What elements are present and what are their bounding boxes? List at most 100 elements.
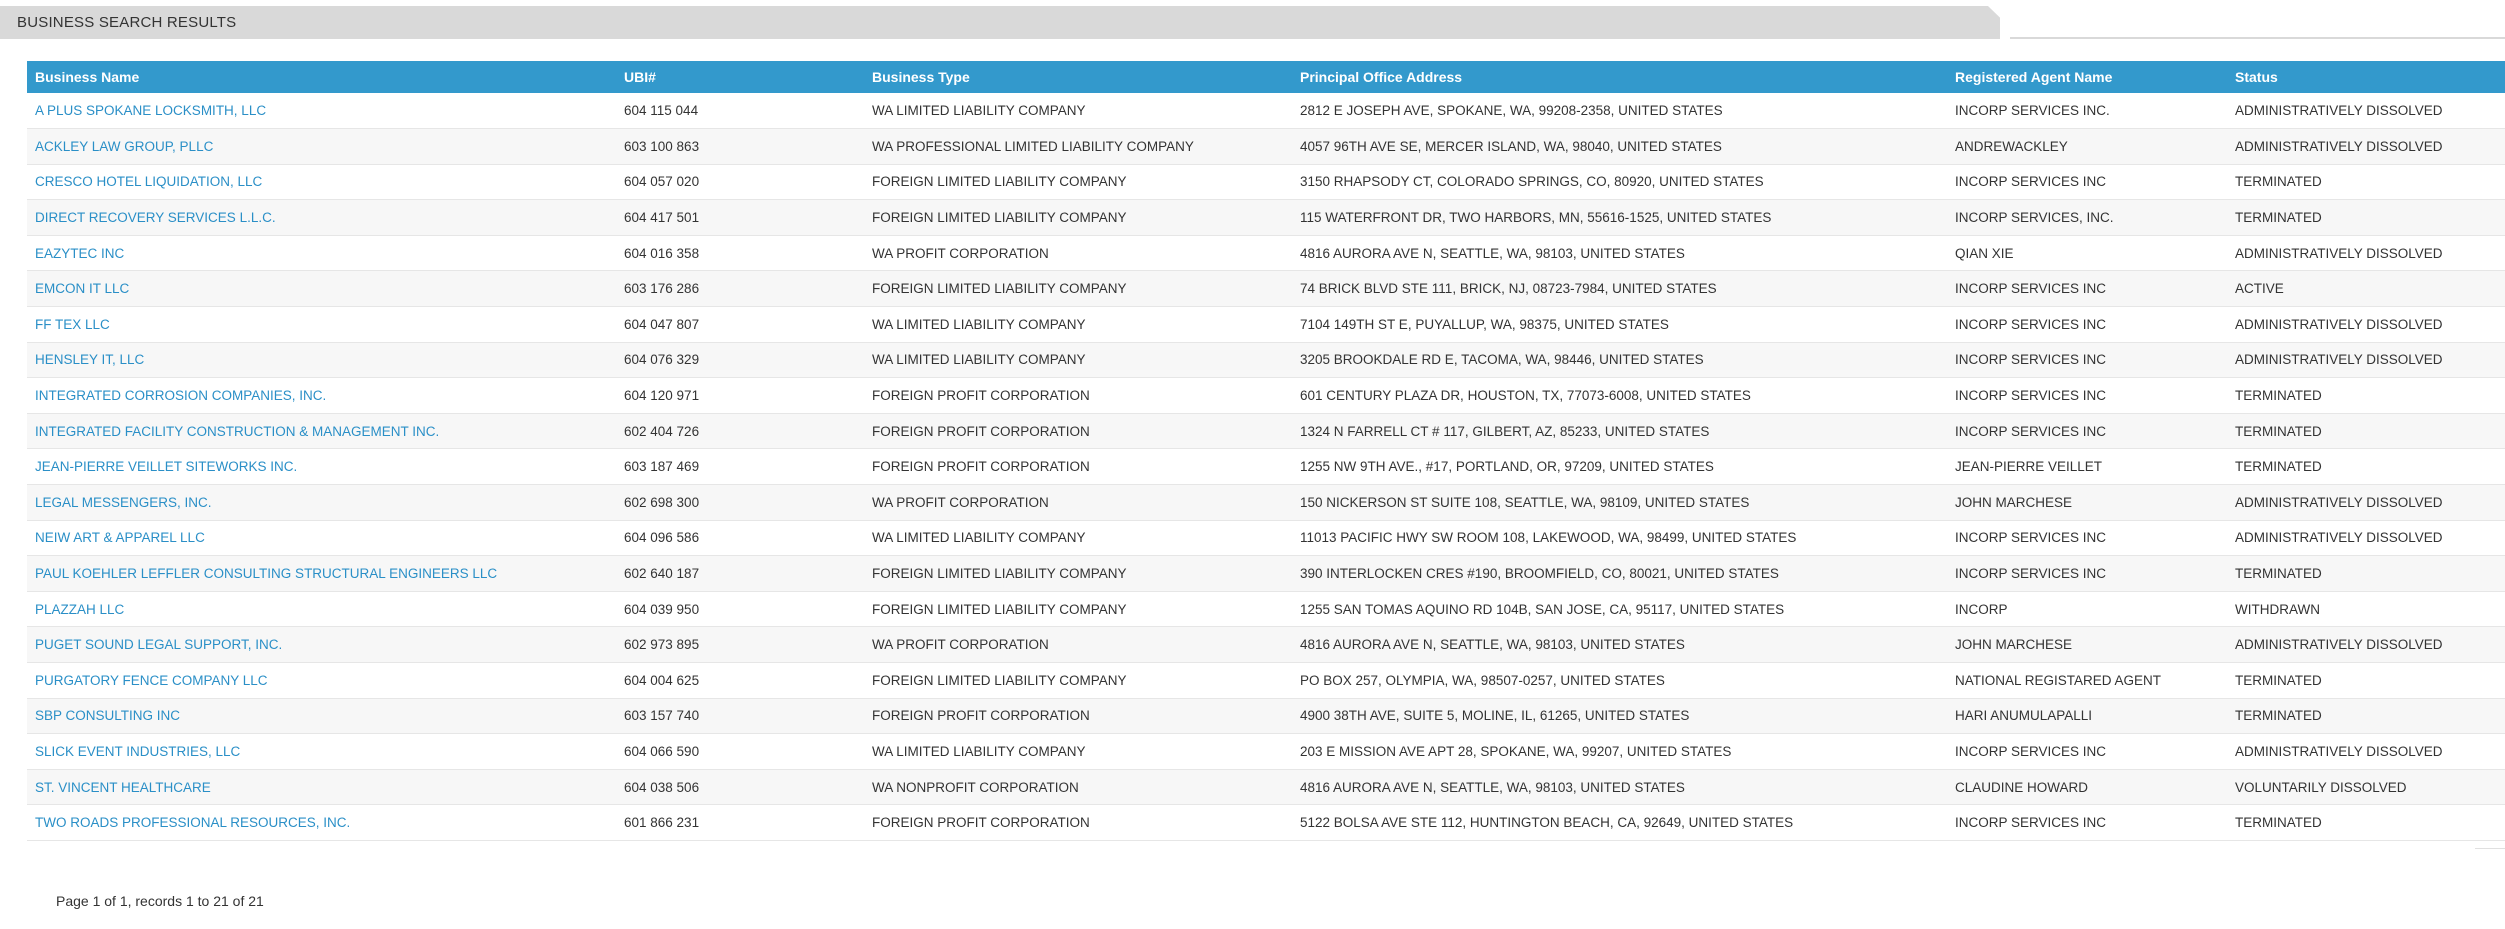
table-cell-name: INTEGRATED FACILITY CONSTRUCTION & MANAG… xyxy=(27,413,616,449)
business-type: FOREIGN LIMITED LIABILITY COMPANY xyxy=(872,601,1127,617)
table-row[interactable]: INTEGRATED CORROSION COMPANIES, INC. 604 … xyxy=(27,377,2505,414)
principal-office-address: 11013 PACIFIC HWY SW ROOM 108, LAKEWOOD,… xyxy=(1300,530,1797,546)
results-table: Business Name UBI# Business Type Princip… xyxy=(27,61,2505,841)
table-cell-status: WITHDRAWN xyxy=(2227,591,2505,627)
table-cell-name: A PLUS SPOKANE LOCKSMITH, LLC xyxy=(27,93,616,129)
table-row[interactable]: PURGATORY FENCE COMPANY LLC 604 004 625 FO… xyxy=(27,662,2505,699)
registered-agent-name: INCORP SERVICES INC xyxy=(1955,174,2107,190)
table-cell-status: ADMINISTRATIVELY DISSOLVED xyxy=(2227,627,2505,663)
business-name-link[interactable]: PLAZZAH LLC xyxy=(35,602,124,617)
table-cell-status: ADMINISTRATIVELY DISSOLVED xyxy=(2227,342,2505,378)
table-cell-name: INTEGRATED CORROSION COMPANIES, INC. xyxy=(27,378,616,414)
principal-office-address: 1324 N FARRELL CT # 117, GILBERT, AZ, 85… xyxy=(1300,423,1710,439)
table-row[interactable]: A PLUS SPOKANE LOCKSMITH, LLC 604 115 044… xyxy=(27,93,2505,129)
registered-agent-name: INCORP SERVICES INC xyxy=(1955,530,2107,546)
business-name-link[interactable]: SBP CONSULTING INC xyxy=(35,708,180,723)
business-name-link[interactable]: PURGATORY FENCE COMPANY LLC xyxy=(35,673,268,688)
table-cell-address: 4900 38TH AVE, SUITE 5, MOLINE, IL, 6126… xyxy=(1292,698,1947,734)
table-cell-status: ADMINISTRATIVELY DISSOLVED xyxy=(2227,129,2505,165)
table-row[interactable]: CRESCO HOTEL LIQUIDATION, LLC 604 057 020… xyxy=(27,164,2505,200)
table-row[interactable]: INTEGRATED FACILITY CONSTRUCTION & MANAG… xyxy=(27,413,2505,449)
column-header-business-name[interactable]: Business Name xyxy=(27,61,616,93)
principal-office-address: 390 INTERLOCKEN CRES #190, BROOMFIELD, C… xyxy=(1300,566,1779,582)
registered-agent-name: INCORP SERVICES INC xyxy=(1955,423,2107,439)
business-name-link[interactable]: FF TEX LLC xyxy=(35,317,110,332)
table-row[interactable]: TWO ROADS PROFESSIONAL RESOURCES, INC. 60… xyxy=(27,804,2505,841)
table-cell-ubi: 603 100 863 xyxy=(616,129,864,165)
table-row[interactable]: ACKLEY LAW GROUP, PLLC 603 100 863 WA PROF… xyxy=(27,128,2505,165)
business-name-link[interactable]: EAZYTEC INC xyxy=(35,246,124,261)
table-cell-name: DIRECT RECOVERY SERVICES L.L.C. xyxy=(27,200,616,236)
table-cell-type: WA LIMITED LIABILITY COMPANY xyxy=(864,307,1292,343)
business-name-link[interactable]: PAUL KOEHLER LEFFLER CONSULTING STRUCTUR… xyxy=(35,566,497,581)
table-cell-agent: INCORP SERVICES INC xyxy=(1947,307,2227,343)
table-row[interactable]: FF TEX LLC 604 047 807 WA LIMITED LIABILIT… xyxy=(27,306,2505,343)
business-name-link[interactable]: NEIW ART & APPAREL LLC xyxy=(35,530,205,545)
column-header-registered-agent-name[interactable]: Registered Agent Name xyxy=(1947,61,2227,93)
registered-agent-name: INCORP SERVICES INC xyxy=(1955,352,2107,368)
table-row[interactable]: SLICK EVENT INDUSTRIES, LLC 604 066 590 WA… xyxy=(27,733,2505,770)
business-name-link[interactable]: DIRECT RECOVERY SERVICES L.L.C. xyxy=(35,210,276,225)
table-cell-type: FOREIGN LIMITED LIABILITY COMPANY xyxy=(864,591,1292,627)
business-type: FOREIGN PROFIT CORPORATION xyxy=(872,388,1090,404)
table-cell-status: TERMINATED xyxy=(2227,413,2505,449)
table-cell-agent: INCORP SERVICES INC xyxy=(1947,378,2227,414)
table-cell-status: TERMINATED xyxy=(2227,164,2505,200)
business-name-link[interactable]: JEAN-PIERRE VEILLET SITEWORKS INC. xyxy=(35,459,297,474)
business-name-link[interactable]: A PLUS SPOKANE LOCKSMITH, LLC xyxy=(35,103,266,118)
business-name-link[interactable]: LEGAL MESSENGERS, INC. xyxy=(35,495,212,510)
table-row[interactable]: PUGET SOUND LEGAL SUPPORT, INC. 602 973 8… xyxy=(27,626,2505,663)
table-cell-name: PURGATORY FENCE COMPANY LLC xyxy=(27,663,616,699)
business-name-link[interactable]: ST. VINCENT HEALTHCARE xyxy=(35,780,211,795)
column-header-ubi[interactable]: UBI# xyxy=(616,61,864,93)
principal-office-address: 601 CENTURY PLAZA DR, HOUSTON, TX, 77073… xyxy=(1300,388,1751,404)
table-cell-ubi: 604 096 586 xyxy=(616,520,864,556)
table-cell-status: ADMINISTRATIVELY DISSOLVED xyxy=(2227,520,2505,556)
table-row[interactable]: EAZYTEC INC 604 016 358 WA PROFIT CORPORAT… xyxy=(27,235,2505,271)
table-cell-name: FF TEX LLC xyxy=(27,307,616,343)
table-cell-name: SBP CONSULTING INC xyxy=(27,698,616,734)
table-cell-name: PLAZZAH LLC xyxy=(27,591,616,627)
principal-office-address: 4816 AURORA AVE N, SEATTLE, WA, 98103, U… xyxy=(1300,245,1685,261)
ubi-number: 604 016 358 xyxy=(624,245,700,261)
business-name-link[interactable]: INTEGRATED CORROSION COMPANIES, INC. xyxy=(35,388,326,403)
table-row[interactable]: LEGAL MESSENGERS, INC. 602 698 300 WA PROF… xyxy=(27,484,2505,521)
business-type: WA PROFIT CORPORATION xyxy=(872,494,1049,510)
business-name-link[interactable]: CRESCO HOTEL LIQUIDATION, LLC xyxy=(35,174,262,189)
table-cell-address: 11013 PACIFIC HWY SW ROOM 108, LAKEWOOD,… xyxy=(1292,520,1947,556)
table-cell-status: TERMINATED xyxy=(2227,556,2505,592)
business-name-link[interactable]: PUGET SOUND LEGAL SUPPORT, INC. xyxy=(35,637,282,652)
pagination-summary: Page 1 of 1, records 1 to 21 of 21 xyxy=(56,893,264,909)
business-name-link[interactable]: HENSLEY IT, LLC xyxy=(35,352,144,367)
status-value: ADMINISTRATIVELY DISSOLVED xyxy=(2235,530,2443,546)
table-cell-name: PAUL KOEHLER LEFFLER CONSULTING STRUCTUR… xyxy=(27,556,616,592)
table-row[interactable]: HENSLEY IT, LLC 604 076 329 WA LIMITED LIA… xyxy=(27,342,2505,378)
table-row[interactable]: NEIW ART & APPAREL LLC 604 096 586 WA LIMI… xyxy=(27,520,2505,556)
table-cell-address: 2812 E JOSEPH AVE, SPOKANE, WA, 99208-23… xyxy=(1292,93,1947,129)
table-cell-type: WA PROFIT CORPORATION xyxy=(864,235,1292,271)
business-name-link[interactable]: INTEGRATED FACILITY CONSTRUCTION & MANAG… xyxy=(35,424,439,439)
table-row[interactable]: DIRECT RECOVERY SERVICES L.L.C. 604 417 5… xyxy=(27,199,2505,236)
table-cell-agent: INCORP SERVICES INC xyxy=(1947,520,2227,556)
column-header-principal-office-address[interactable]: Principal Office Address xyxy=(1292,61,1947,93)
column-header-business-type[interactable]: Business Type xyxy=(864,61,1292,93)
business-name-link[interactable]: SLICK EVENT INDUSTRIES, LLC xyxy=(35,744,240,759)
table-cell-ubi: 604 120 971 xyxy=(616,378,864,414)
table-row[interactable]: SBP CONSULTING INC 603 157 740 FOREIGN PRO… xyxy=(27,698,2505,734)
table-row[interactable]: JEAN-PIERRE VEILLET SITEWORKS INC. 603 18… xyxy=(27,448,2505,485)
principal-office-address: 150 NICKERSON ST SUITE 108, SEATTLE, WA,… xyxy=(1300,494,1750,510)
business-name-link[interactable]: TWO ROADS PROFESSIONAL RESOURCES, INC. xyxy=(35,815,350,830)
registered-agent-name: INCORP SERVICES, INC. xyxy=(1955,210,2114,226)
table-row[interactable]: PAUL KOEHLER LEFFLER CONSULTING STRUCTUR… xyxy=(27,555,2505,592)
business-name-link[interactable]: ACKLEY LAW GROUP, PLLC xyxy=(35,139,213,154)
table-cell-status: VOLUNTARILY DISSOLVED xyxy=(2227,769,2505,805)
column-header-status[interactable]: Status xyxy=(2227,61,2505,93)
table-cell-status: ACTIVE xyxy=(2227,271,2505,307)
principal-office-address: 4816 AURORA AVE N, SEATTLE, WA, 98103, U… xyxy=(1300,779,1685,795)
table-row[interactable]: ST. VINCENT HEALTHCARE 604 038 506 WA NONP… xyxy=(27,769,2505,805)
table-cell-address: 4816 AURORA AVE N, SEATTLE, WA, 98103, U… xyxy=(1292,235,1947,271)
table-row[interactable]: PLAZZAH LLC 604 039 950 FOREIGN LIMITED LI… xyxy=(27,591,2505,627)
table-row[interactable]: EMCON IT LLC 603 176 286 FOREIGN LIMITED L… xyxy=(27,270,2505,307)
business-name-link[interactable]: EMCON IT LLC xyxy=(35,281,129,296)
business-type: WA PROFIT CORPORATION xyxy=(872,245,1049,261)
